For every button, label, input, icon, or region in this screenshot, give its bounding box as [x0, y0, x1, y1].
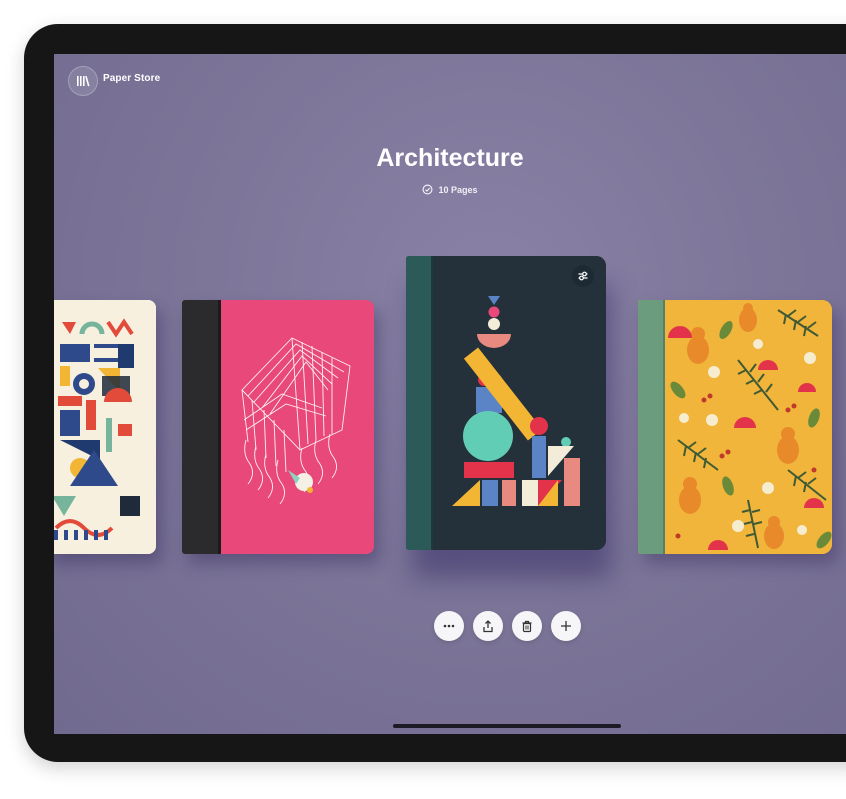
paper-store-link[interactable]: Paper Store	[103, 73, 160, 84]
more-button[interactable]	[434, 611, 464, 641]
ellipsis-icon	[443, 624, 455, 628]
share-icon	[483, 619, 493, 632]
page-count-label: 10 Pages	[438, 184, 478, 195]
sliders-icon	[578, 271, 588, 281]
notebook-cover-architecture[interactable]	[406, 256, 606, 550]
add-button[interactable]	[551, 611, 581, 641]
notebook-cover-pink[interactable]	[182, 300, 374, 554]
trash-icon	[522, 620, 532, 632]
check-circle-icon	[422, 184, 433, 195]
library-books-icon	[77, 75, 90, 87]
notebook-cover-pears[interactable]	[638, 300, 832, 554]
delete-button[interactable]	[512, 611, 542, 641]
notebook-actions	[434, 611, 581, 641]
library-button[interactable]	[68, 66, 98, 96]
page-count: 10 Pages	[54, 184, 846, 195]
share-button[interactable]	[473, 611, 503, 641]
screen: Paper Store Architecture 10 Pages	[54, 54, 846, 734]
cover-options-button[interactable]	[572, 265, 594, 287]
notebook-title[interactable]: Architecture	[54, 144, 846, 173]
home-indicator[interactable]	[393, 724, 621, 728]
plus-icon	[561, 621, 571, 631]
notebook-cover-geometric[interactable]	[54, 300, 156, 554]
